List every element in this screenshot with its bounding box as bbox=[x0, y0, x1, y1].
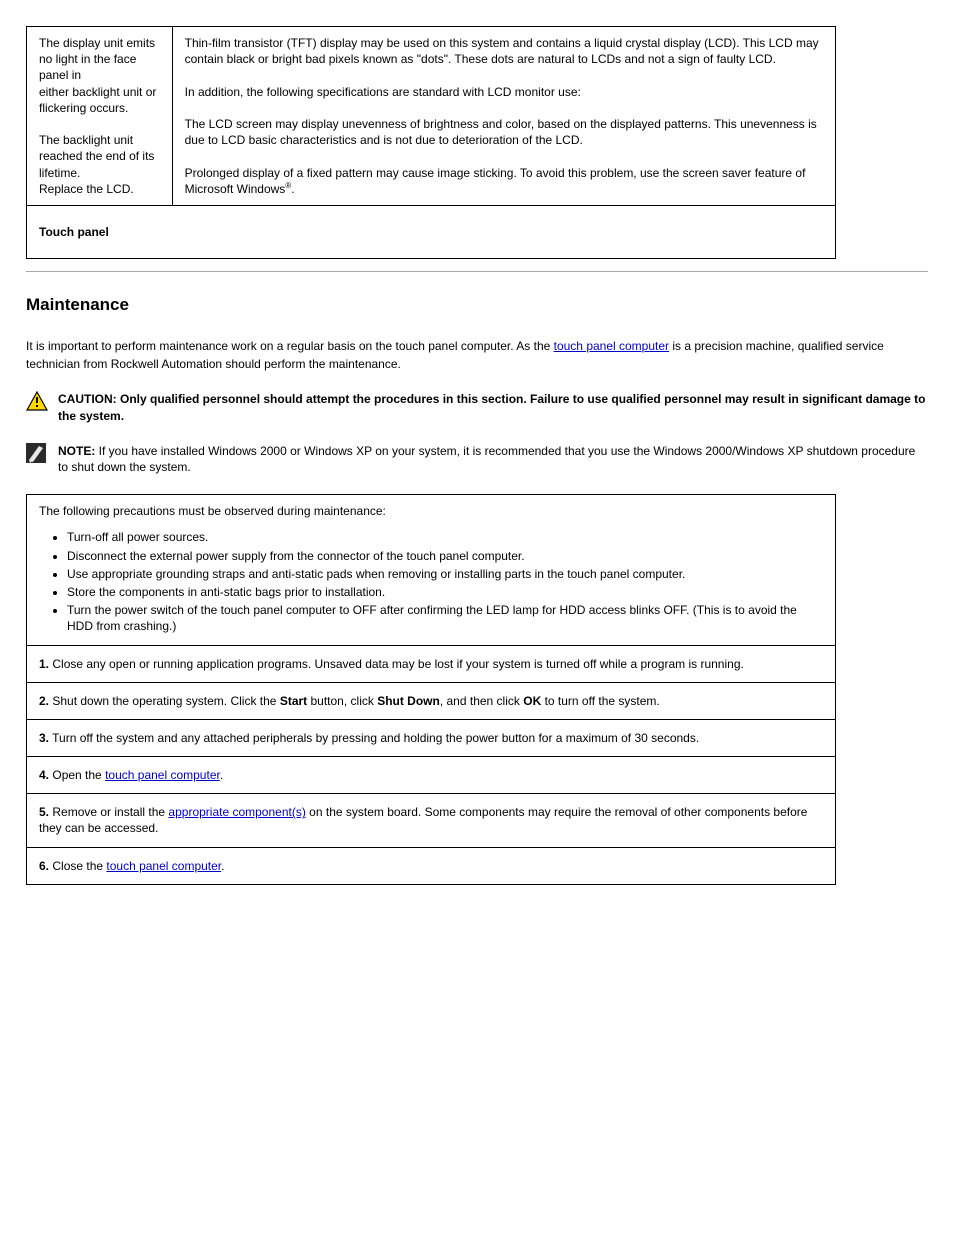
notes-line-0: Thin-film transistor (TFT) display may b… bbox=[185, 36, 468, 50]
note-text: If you have installed Windows 2000 or Wi… bbox=[58, 444, 915, 475]
maintenance-heading: Maintenance bbox=[26, 294, 928, 317]
intro-pre: It is important to perform maintenance w… bbox=[26, 339, 554, 353]
step-2-mid2: , and then click bbox=[440, 694, 523, 708]
precaution-item-4: Turn the power switch of the touch panel… bbox=[67, 602, 823, 634]
step-5-num: 5. bbox=[39, 805, 49, 819]
guidelines-cell-right: Thin-film transistor (TFT) display may b… bbox=[172, 27, 835, 206]
section-divider bbox=[26, 271, 928, 272]
note-icon bbox=[26, 443, 46, 468]
notes-line-11: Prolonged display of a fixed pattern may… bbox=[185, 166, 471, 180]
notes-line-5: In addition, the following specification… bbox=[185, 85, 460, 99]
step-2-pre: Shut down the operating system. Click th… bbox=[52, 694, 279, 708]
step-2-mid1: button, click bbox=[307, 694, 377, 708]
step-3-text: Turn off the system and any attached per… bbox=[52, 731, 699, 745]
step-2: 2. Shut down the operating system. Click… bbox=[27, 682, 836, 719]
precaution-item-3: Store the components in anti-static bags… bbox=[67, 584, 823, 600]
step-5-pre: Remove or install the bbox=[52, 805, 168, 819]
guidelines-left-line4: Replace the LCD. bbox=[39, 182, 134, 196]
step-5-link[interactable]: appropriate component(s) bbox=[168, 805, 305, 819]
caution-label: CAUTION: bbox=[58, 392, 120, 406]
step-4: 4. Open the touch panel computer. bbox=[27, 757, 836, 794]
steps-table: The following precautions must be observ… bbox=[26, 494, 836, 885]
step-6-pre: Close the bbox=[52, 859, 106, 873]
step-2-post: to turn off the system. bbox=[541, 694, 660, 708]
notes-line-4: sign of faulty LCD. bbox=[678, 52, 776, 66]
guidelines-cell-left: The display unit emits no light in the f… bbox=[27, 27, 173, 206]
touch-panel-label: Touch panel bbox=[39, 225, 109, 239]
touch-panel-link[interactable]: touch panel computer bbox=[554, 339, 669, 353]
step-5: 5. Remove or install the appropriate com… bbox=[27, 794, 836, 847]
guidelines-left-line1: The display unit emits no light in the f… bbox=[39, 36, 155, 82]
step-1-text: Close any open or running application pr… bbox=[52, 657, 743, 671]
notes-line-8: and color, based on the displayed patter… bbox=[482, 117, 737, 131]
step-2-bold3: OK bbox=[523, 694, 541, 708]
notes-line-3: as "dots". These dots are natural to LCD… bbox=[401, 52, 675, 66]
step-4-post: . bbox=[220, 768, 223, 782]
caution-callout: CAUTION: Only qualified personnel should… bbox=[26, 391, 928, 425]
guidelines-table: The display unit emits no light in the f… bbox=[26, 26, 836, 259]
notes-line-10: due to deterioration of the LCD. bbox=[415, 133, 582, 147]
step-1: 1. Close any open or running application… bbox=[27, 645, 836, 682]
notes-line-12: sticking. To avoid this problem, use the… bbox=[473, 166, 751, 180]
notes-line-1: system and contains a liquid crystal dis… bbox=[471, 36, 739, 50]
step-6-num: 6. bbox=[39, 859, 49, 873]
intro-paragraph: It is important to perform maintenance w… bbox=[26, 337, 928, 373]
step-4-num: 4. bbox=[39, 768, 49, 782]
step-2-bold1: Start bbox=[280, 694, 307, 708]
step-6-link[interactable]: touch panel computer bbox=[106, 859, 221, 873]
step-4-link[interactable]: touch panel computer bbox=[105, 768, 220, 782]
precaution-item-0: Turn-off all power sources. bbox=[67, 529, 823, 545]
step-4-pre: Open the bbox=[52, 768, 105, 782]
precautions-cell: The following precautions must be observ… bbox=[27, 495, 836, 645]
notes-line-13-suffix: . bbox=[291, 182, 294, 196]
precautions-heading: The following precautions must be observ… bbox=[39, 503, 823, 519]
note-callout: NOTE: If you have installed Windows 2000… bbox=[26, 443, 928, 477]
step-2-bold2: Shut Down bbox=[377, 694, 440, 708]
notes-line-6: with LCD monitor use: bbox=[463, 85, 581, 99]
caution-icon bbox=[26, 391, 48, 416]
step-3-num: 3. bbox=[39, 731, 49, 745]
precaution-item-1: Disconnect the external power supply fro… bbox=[67, 548, 823, 564]
precaution-item-2: Use appropriate grounding straps and ant… bbox=[67, 566, 823, 582]
guidelines-left-line2: either backlight unit or flickering occu… bbox=[39, 85, 156, 115]
table1-row2: Touch panel bbox=[27, 205, 836, 258]
guidelines-left-line3: The backlight unit reached the end of it… bbox=[39, 133, 154, 179]
step-6: 6. Close the touch panel computer. bbox=[27, 847, 836, 884]
step-1-num: 1. bbox=[39, 657, 49, 671]
step-6-post: . bbox=[221, 859, 224, 873]
step-2-num: 2. bbox=[39, 694, 49, 708]
caution-text: Only qualified personnel should attempt … bbox=[58, 392, 925, 423]
notes-line-7: The LCD screen may display unevenness of… bbox=[185, 117, 479, 131]
note-label: NOTE: bbox=[58, 444, 99, 458]
step-3: 3. Turn off the system and any attached … bbox=[27, 719, 836, 756]
precautions-list: Turn-off all power sources. Disconnect t… bbox=[39, 529, 823, 634]
